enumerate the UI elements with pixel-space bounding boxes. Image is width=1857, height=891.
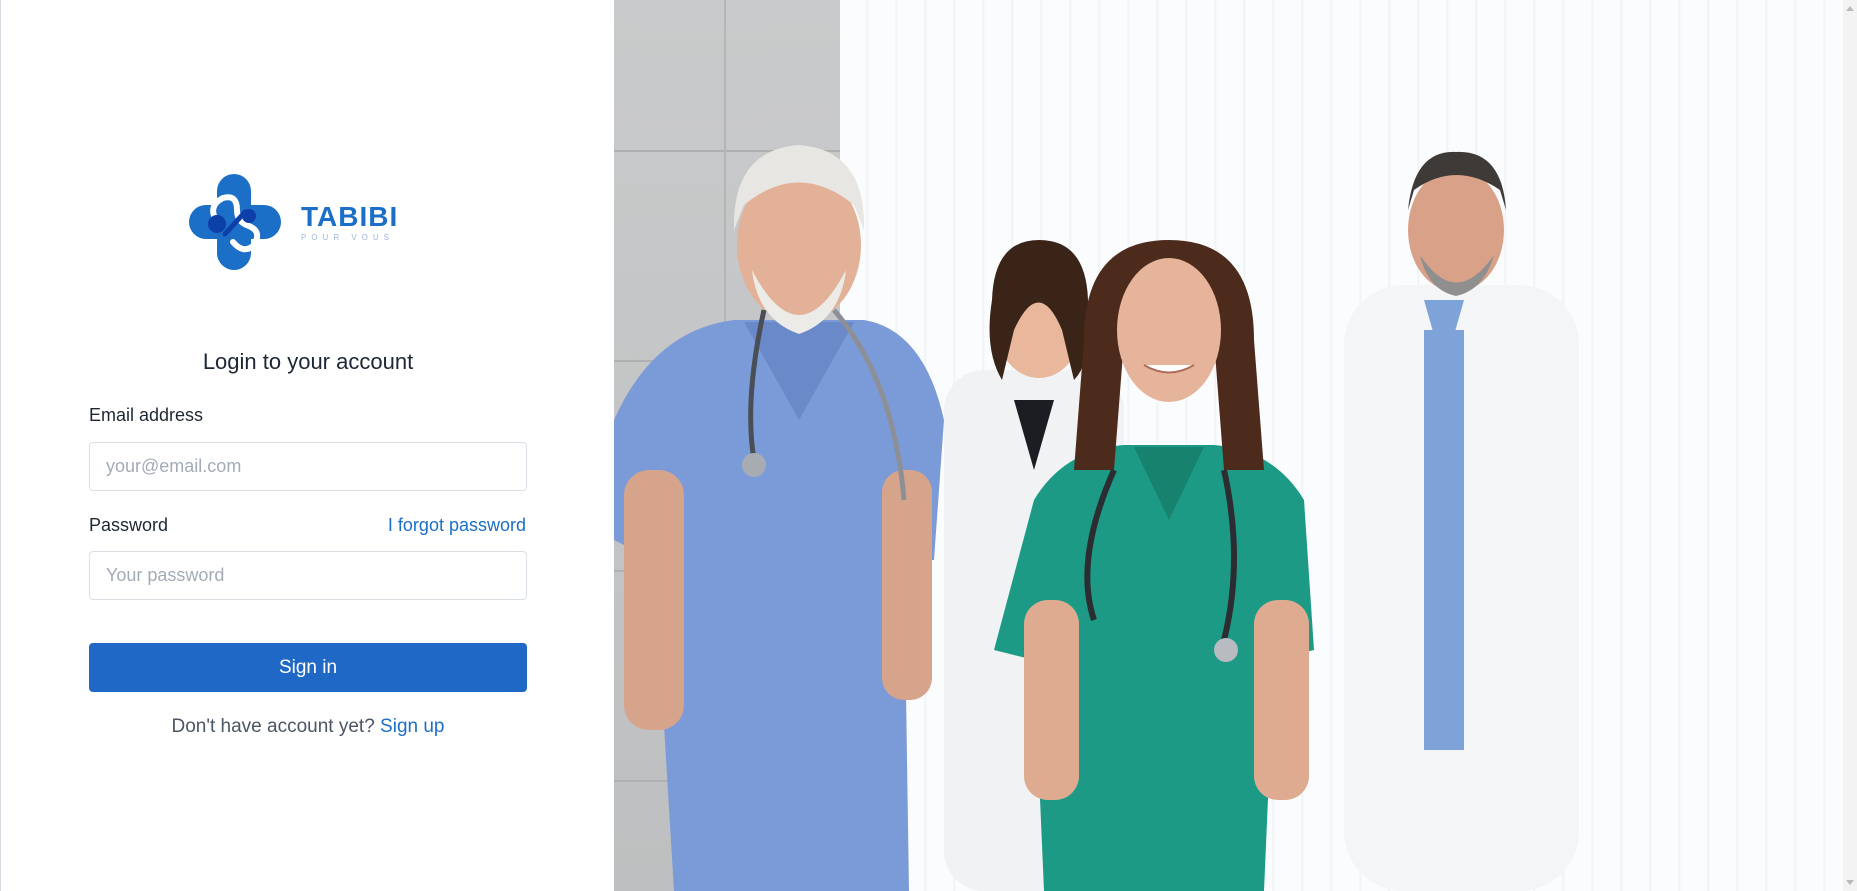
login-title: Login to your account [202,349,414,374]
doctor-man-right [1344,151,1579,891]
scroll-down-icon[interactable] [1846,880,1854,885]
login-page: TABIBI POUR VOUS Login to your account E… [0,0,1857,891]
sign-in-button[interactable]: Sign in [89,643,527,692]
doctor-older-man [614,145,944,891]
sign-up-link[interactable]: Sign up [380,716,444,737]
email-field[interactable] [89,442,527,491]
brand-name: TABIBI [301,200,399,232]
brand-tagline: POUR VOUS [301,232,395,242]
signup-prompt: Don't have account yet? Sign up [1,716,615,738]
hero-image [614,0,1857,891]
signup-prompt-text: Don't have account yet? [171,716,375,737]
password-field[interactable] [89,551,527,600]
forgot-password-link[interactable]: I forgot password [388,515,526,536]
medical-team-photo-icon [614,145,1579,891]
brand-logo: TABIBI POUR VOUS [187,172,398,272]
email-label: Email address [89,405,204,425]
password-label: Password [89,515,169,535]
scroll-up-icon[interactable] [1846,6,1854,11]
medical-cross-logo-icon [189,174,281,270]
scrollbar[interactable] [1843,0,1857,891]
login-panel: TABIBI POUR VOUS Login to your account E… [0,0,614,891]
